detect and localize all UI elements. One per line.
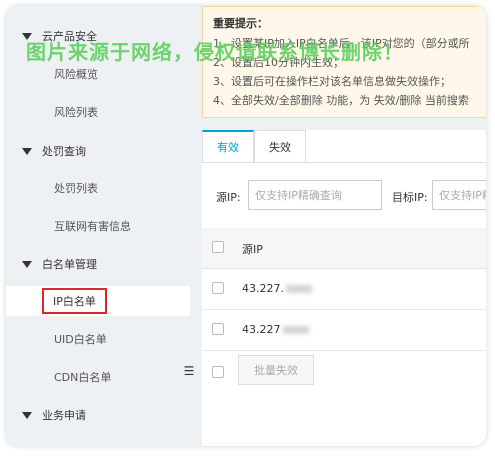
- sidebar-item-harmful-info[interactable]: 互联网有害信息: [6, 211, 190, 241]
- table-header-row: 源IP: [202, 228, 486, 269]
- sidebar-item-cdn-whitelist[interactable]: CDN白名单: [6, 362, 190, 392]
- app-window: 云产品安全 风险概览 风险列表 处罚查询 处罚列表 互联网有害信息 白名单管理 …: [6, 6, 486, 446]
- row-checkbox[interactable]: [212, 323, 224, 335]
- redacted-mask: [282, 326, 309, 334]
- ip-cell: 43.227.: [242, 282, 312, 295]
- tab-divider: [202, 162, 486, 163]
- sidebar-collapse-button[interactable]: ☰: [182, 360, 196, 382]
- sidebar-item-risk-list[interactable]: 风险列表: [6, 97, 190, 127]
- table-footer-row: 批量失效: [202, 351, 486, 392]
- sidebar-group-whitelist[interactable]: 白名单管理: [6, 250, 190, 278]
- menu-icon: ☰: [183, 364, 195, 378]
- ip-cell: 43.227: [242, 323, 309, 336]
- sidebar-item-label: IP白名单: [42, 288, 107, 314]
- select-all-checkbox[interactable]: [212, 241, 224, 253]
- watermark-text: 图片来源于网络，侵权请联系博长删除！: [26, 40, 404, 64]
- caret-down-icon: [22, 411, 32, 419]
- tab-bar: 有效 失效: [202, 130, 306, 162]
- footer-checkbox[interactable]: [212, 366, 224, 378]
- notice-line: 3、设置后可在操作栏对该名单信息做失效操作；: [213, 75, 451, 88]
- target-ip-input[interactable]: 仅支持IP精确查询: [432, 180, 486, 210]
- source-ip-label: 源IP:: [216, 191, 241, 204]
- batch-invalidate-button[interactable]: 批量失效: [238, 355, 314, 385]
- redacted-mask: [286, 285, 312, 293]
- whitelist-panel: 有效 失效 源IP: 仅支持IP精确查询 目标IP: 仅支持IP精确查询 源IP…: [202, 130, 486, 446]
- target-ip-label: 目标IP:: [392, 191, 428, 204]
- sidebar: 云产品安全 风险概览 风险列表 处罚查询 处罚列表 互联网有害信息 白名单管理 …: [6, 6, 190, 446]
- notice-title: 重要提示：: [213, 17, 268, 30]
- sidebar-group-label: 处罚查询: [42, 145, 86, 158]
- sidebar-item-uid-whitelist[interactable]: UID白名单: [6, 324, 190, 354]
- tab-active[interactable]: 有效: [202, 130, 254, 162]
- caret-down-icon: [22, 147, 32, 155]
- main-content: 重要提示： 1、设置某IP加入IP白名单后，该IP对您的（部分或所 2、设置后1…: [202, 6, 486, 446]
- sidebar-group-label: 白名单管理: [42, 258, 97, 271]
- notice-line: 4、全部失效/全部删除 功能，为 失效/删除 当前搜索: [213, 94, 469, 107]
- source-ip-input[interactable]: 仅支持IP精确查询: [248, 180, 382, 210]
- tab-inactive[interactable]: 失效: [254, 130, 306, 162]
- table-row: 43.227: [202, 310, 486, 351]
- column-header-source-ip: 源IP: [242, 243, 263, 256]
- sidebar-item-label: 风险列表: [54, 106, 98, 119]
- sidebar-group-business-apply[interactable]: 业务申请: [6, 401, 190, 429]
- sidebar-group-label: 业务申请: [42, 409, 86, 422]
- sidebar-item-label: CDN白名单: [54, 371, 112, 384]
- sidebar-item-label: UID白名单: [54, 333, 107, 346]
- sidebar-group-penalty-query[interactable]: 处罚查询: [6, 137, 190, 165]
- ip-value: 43.227.: [242, 282, 284, 295]
- sidebar-item-label: 处罚列表: [54, 182, 98, 195]
- sidebar-item-label: 互联网有害信息: [54, 220, 131, 233]
- sidebar-item-penalty-list[interactable]: 处罚列表: [6, 173, 190, 203]
- table-row: 43.227.: [202, 269, 486, 310]
- sidebar-item-ip-whitelist[interactable]: IP白名单: [6, 286, 190, 316]
- sidebar-item-label: 风险概览: [54, 68, 98, 81]
- row-checkbox[interactable]: [212, 282, 224, 294]
- ip-value: 43.227: [242, 323, 281, 336]
- filter-bar: 源IP: 仅支持IP精确查询 目标IP: 仅支持IP精确查询: [202, 180, 486, 212]
- caret-down-icon: [22, 260, 32, 268]
